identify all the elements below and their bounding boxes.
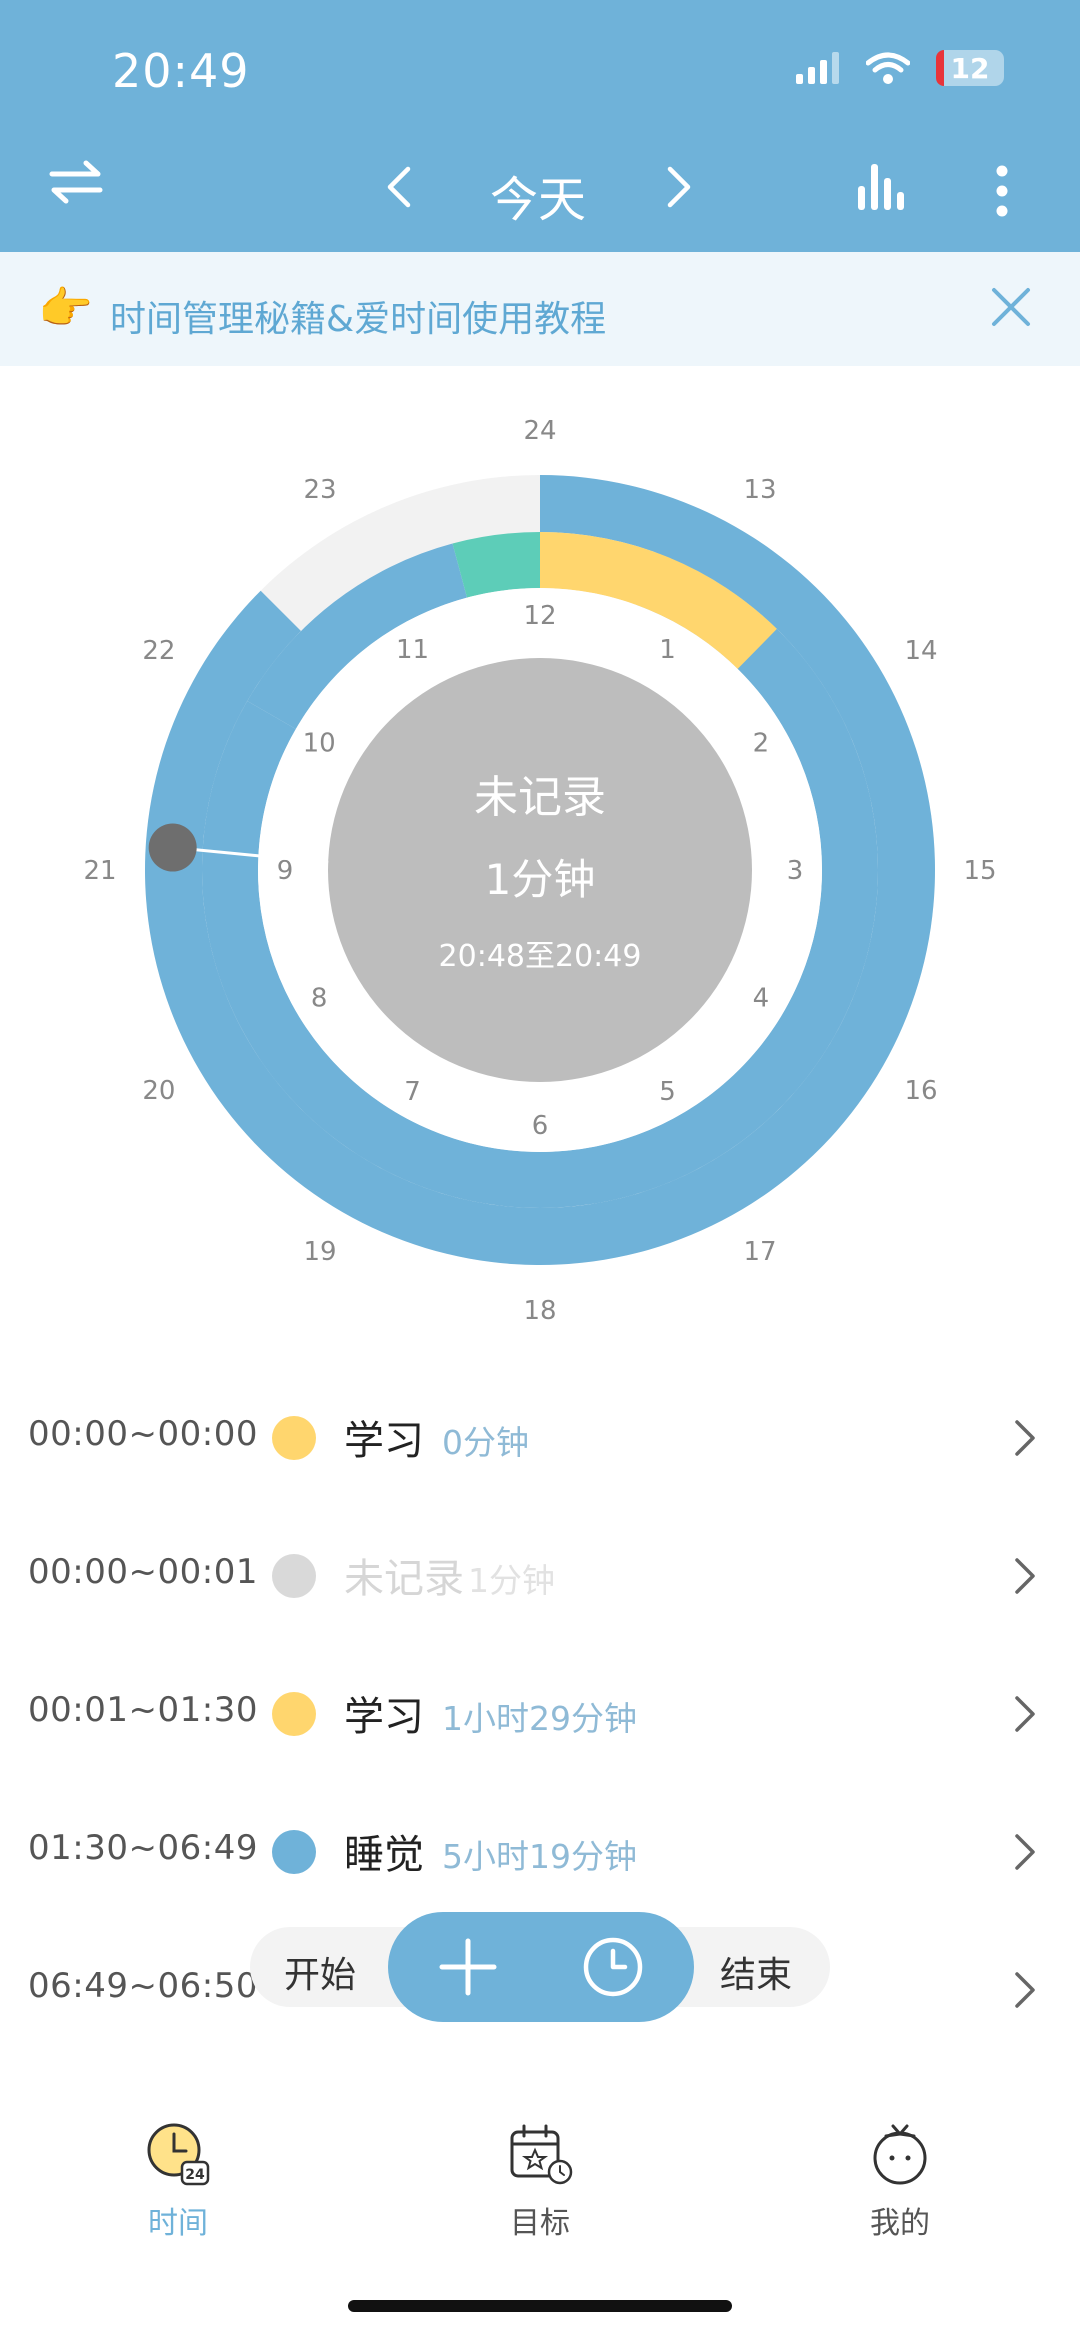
outer-hour-label: 21: [83, 856, 116, 886]
record-time: 00:00~00:00: [28, 1414, 258, 1454]
tomato-icon: [873, 2124, 927, 2185]
center-range: 20:48至20:49: [439, 939, 642, 974]
start-button[interactable]: 开始: [284, 1946, 356, 1998]
record-duration: 1小时29分钟: [442, 1699, 637, 1738]
add-icon[interactable]: [438, 1937, 498, 1997]
record-category: 睡觉: [344, 1832, 424, 1878]
tab-time-label: 时间: [148, 2206, 208, 2241]
record-time: 00:01~01:30: [28, 1690, 258, 1730]
inner-hour-label: 4: [753, 984, 770, 1014]
tutorial-banner[interactable]: 👉 时间管理秘籍&爱时间使用教程: [0, 252, 1080, 366]
outer-hour-label: 15: [963, 856, 996, 886]
record-row[interactable]: 00:00~00:01 未记录 1分钟: [0, 1524, 1080, 1624]
chevron-right-icon[interactable]: [1012, 1970, 1038, 2010]
app-header: 20:49 12 今天: [0, 0, 1080, 252]
inner-hour-label: 6: [532, 1111, 549, 1141]
inner-hour-label: 9: [277, 856, 294, 886]
inner-hour-label: 10: [303, 729, 336, 759]
outer-hour-label: 24: [523, 416, 556, 446]
inner-hour-label: 3: [787, 856, 804, 886]
date-title[interactable]: 今天: [490, 160, 586, 230]
tab-time[interactable]: 24 时间: [98, 2120, 258, 2242]
battery-indicator: 12: [936, 50, 1004, 86]
action-primary-pill: [388, 1912, 694, 2022]
tab-goal-label: 目标: [510, 2206, 570, 2241]
record-row[interactable]: 01:30~06:49 睡觉 5小时19分钟: [0, 1800, 1080, 1900]
chevron-right-icon[interactable]: [1012, 1556, 1038, 1596]
record-duration: 0分钟: [442, 1423, 529, 1462]
outer-hour-label: 23: [303, 475, 336, 505]
next-day-button[interactable]: [664, 165, 694, 209]
status-time: 20:49: [112, 44, 250, 98]
record-time: 01:30~06:49: [28, 1828, 258, 1868]
outer-hour-label: 14: [905, 636, 938, 666]
chevron-right-icon[interactable]: [1012, 1832, 1038, 1872]
am-ring-other[interactable]: [452, 532, 540, 598]
tab-mine-label: 我的: [870, 2206, 930, 2241]
time-24-icon: 24: [147, 2123, 210, 2186]
record-category: 未记录: [344, 1556, 464, 1602]
outer-hour-label: 20: [142, 1076, 175, 1106]
category-color-dot: [272, 1692, 316, 1736]
close-icon[interactable]: [990, 286, 1032, 328]
more-icon[interactable]: [994, 165, 1010, 217]
current-time-knob[interactable]: [148, 823, 197, 872]
tutorial-link[interactable]: 时间管理秘籍&爱时间使用教程: [110, 290, 606, 342]
record-time: 00:00~00:01: [28, 1552, 258, 1592]
battery-level: 12: [950, 51, 990, 85]
inner-hour-label: 11: [396, 635, 429, 665]
tab-goal[interactable]: 目标: [460, 2120, 620, 2242]
outer-hour-label: 17: [743, 1237, 776, 1267]
inner-hour-label: 8: [311, 984, 328, 1014]
status-icons: 12: [796, 50, 1004, 86]
wifi-icon: [866, 52, 910, 84]
prev-day-button[interactable]: [384, 165, 414, 209]
chevron-right-icon[interactable]: [1012, 1418, 1038, 1458]
outer-hour-label: 13: [743, 475, 776, 505]
inner-hour-label: 5: [659, 1077, 676, 1107]
record-row[interactable]: 00:00~00:00 学习 0分钟: [0, 1386, 1080, 1486]
record-row[interactable]: 00:01~01:30 学习 1小时29分钟: [0, 1662, 1080, 1762]
record-duration: 1分钟: [468, 1561, 555, 1600]
center-duration: 1分钟: [485, 855, 596, 904]
chevron-right-icon[interactable]: [1012, 1694, 1038, 1734]
category-color-dot: [272, 1830, 316, 1874]
inner-hour-label: 12: [523, 601, 556, 631]
signal-icon: [796, 52, 839, 84]
category-color-dot: [272, 1416, 316, 1460]
outer-hour-label: 16: [905, 1076, 938, 1106]
swap-icon[interactable]: [48, 160, 104, 204]
inner-hour-label: 1: [659, 635, 676, 665]
home-indicator: [348, 2300, 732, 2312]
inner-hour-label: 7: [404, 1077, 421, 1107]
outer-hour-label: 22: [142, 636, 175, 666]
center-title: 未记录: [474, 772, 606, 823]
inner-hour-label: 2: [753, 729, 770, 759]
category-color-dot: [272, 1554, 316, 1598]
record-time: 06:49~06:50: [28, 1966, 258, 2006]
outer-hour-label: 18: [523, 1296, 556, 1326]
timer-clock-icon[interactable]: [582, 1936, 644, 1998]
record-category: 学习: [344, 1418, 424, 1464]
end-button[interactable]: 结束: [720, 1946, 792, 1998]
action-bar: 开始 结束: [250, 1912, 830, 2022]
goal-calendar-icon: [510, 2124, 573, 2185]
record-duration: 5小时19分钟: [442, 1837, 637, 1876]
tab-mine[interactable]: 我的: [820, 2120, 980, 2242]
pointing-hand-icon: 👉: [38, 283, 93, 334]
record-category: 学习: [344, 1694, 424, 1740]
outer-hour-label: 19: [303, 1237, 336, 1267]
stats-icon[interactable]: [854, 158, 910, 214]
svg-text:24: 24: [185, 2167, 205, 2183]
day-clock-chart[interactable]: 241314151617181920212223121234567891011 …: [80, 410, 1000, 1330]
